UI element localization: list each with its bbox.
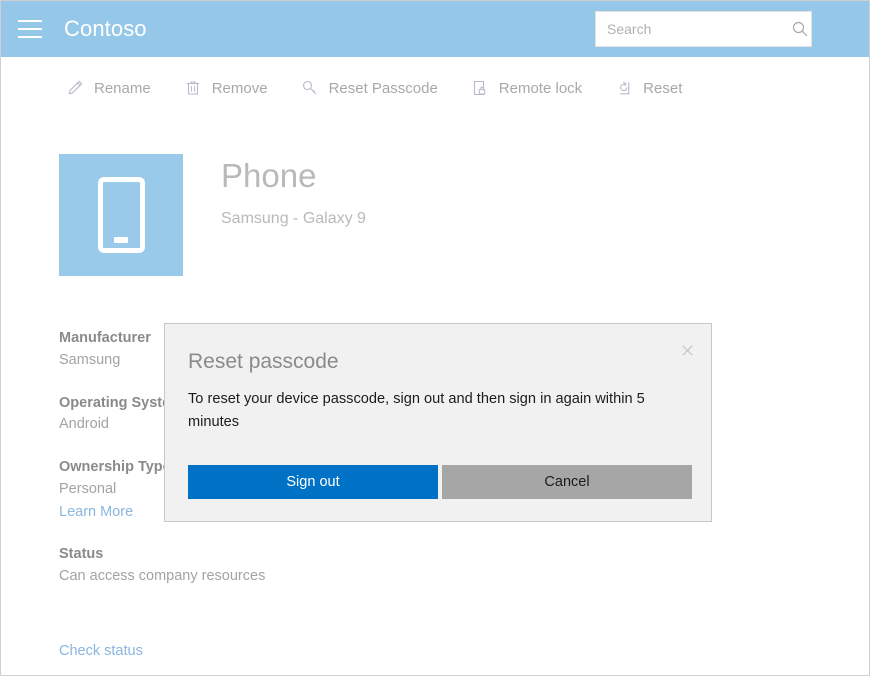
hamburger-bar: [18, 36, 42, 38]
search-box[interactable]: [595, 11, 812, 47]
reset-label: Reset: [643, 80, 682, 97]
device-tile: [59, 154, 183, 276]
hamburger-bar: [18, 20, 42, 22]
reset-clock-icon: [614, 78, 634, 98]
device-lock-icon: [470, 78, 490, 98]
trash-icon: [183, 78, 203, 98]
device-hero-text: Phone Samsung - Galaxy 9: [221, 154, 366, 228]
device-subtitle: Samsung - Galaxy 9: [221, 210, 366, 228]
command-bar: Rename Remove: [1, 57, 869, 119]
brand-title: Contoso: [64, 18, 147, 40]
hamburger-bar: [18, 28, 42, 30]
key-icon: [300, 78, 320, 98]
rename-label: Rename: [94, 80, 151, 97]
cancel-button[interactable]: Cancel: [442, 465, 692, 499]
reset-passcode-dialog: Reset passcode To reset your device pass…: [164, 323, 712, 522]
page-title: Phone: [221, 159, 366, 192]
dialog-actions: Sign out Cancel: [188, 465, 692, 499]
search-icon[interactable]: [788, 12, 811, 46]
detail-value: Can access company resources: [59, 566, 479, 588]
app-header: Contoso: [1, 1, 869, 57]
reset-passcode-label: Reset Passcode: [329, 80, 438, 97]
search-input[interactable]: [596, 12, 788, 46]
dialog-title: Reset passcode: [188, 351, 339, 372]
phone-icon: [98, 177, 145, 253]
hamburger-icon[interactable]: [18, 20, 42, 38]
remove-label: Remove: [212, 80, 268, 97]
detail-label: Status: [59, 544, 479, 566]
rename-button[interactable]: Rename: [65, 78, 151, 98]
reset-button[interactable]: Reset: [614, 78, 682, 98]
app-window: Contoso Rename: [0, 0, 870, 676]
check-status-link[interactable]: Check status: [59, 643, 143, 659]
reset-passcode-button[interactable]: Reset Passcode: [300, 78, 438, 98]
sign-out-button[interactable]: Sign out: [188, 465, 438, 499]
remote-lock-button[interactable]: Remote lock: [470, 78, 582, 98]
dialog-body-text: To reset your device passcode, sign out …: [188, 388, 662, 434]
pencil-icon: [65, 78, 85, 98]
remote-lock-label: Remote lock: [499, 80, 582, 97]
remove-button[interactable]: Remove: [183, 78, 268, 98]
detail-field-status: Status Can access company resources: [59, 544, 479, 588]
close-icon[interactable]: [673, 336, 701, 364]
